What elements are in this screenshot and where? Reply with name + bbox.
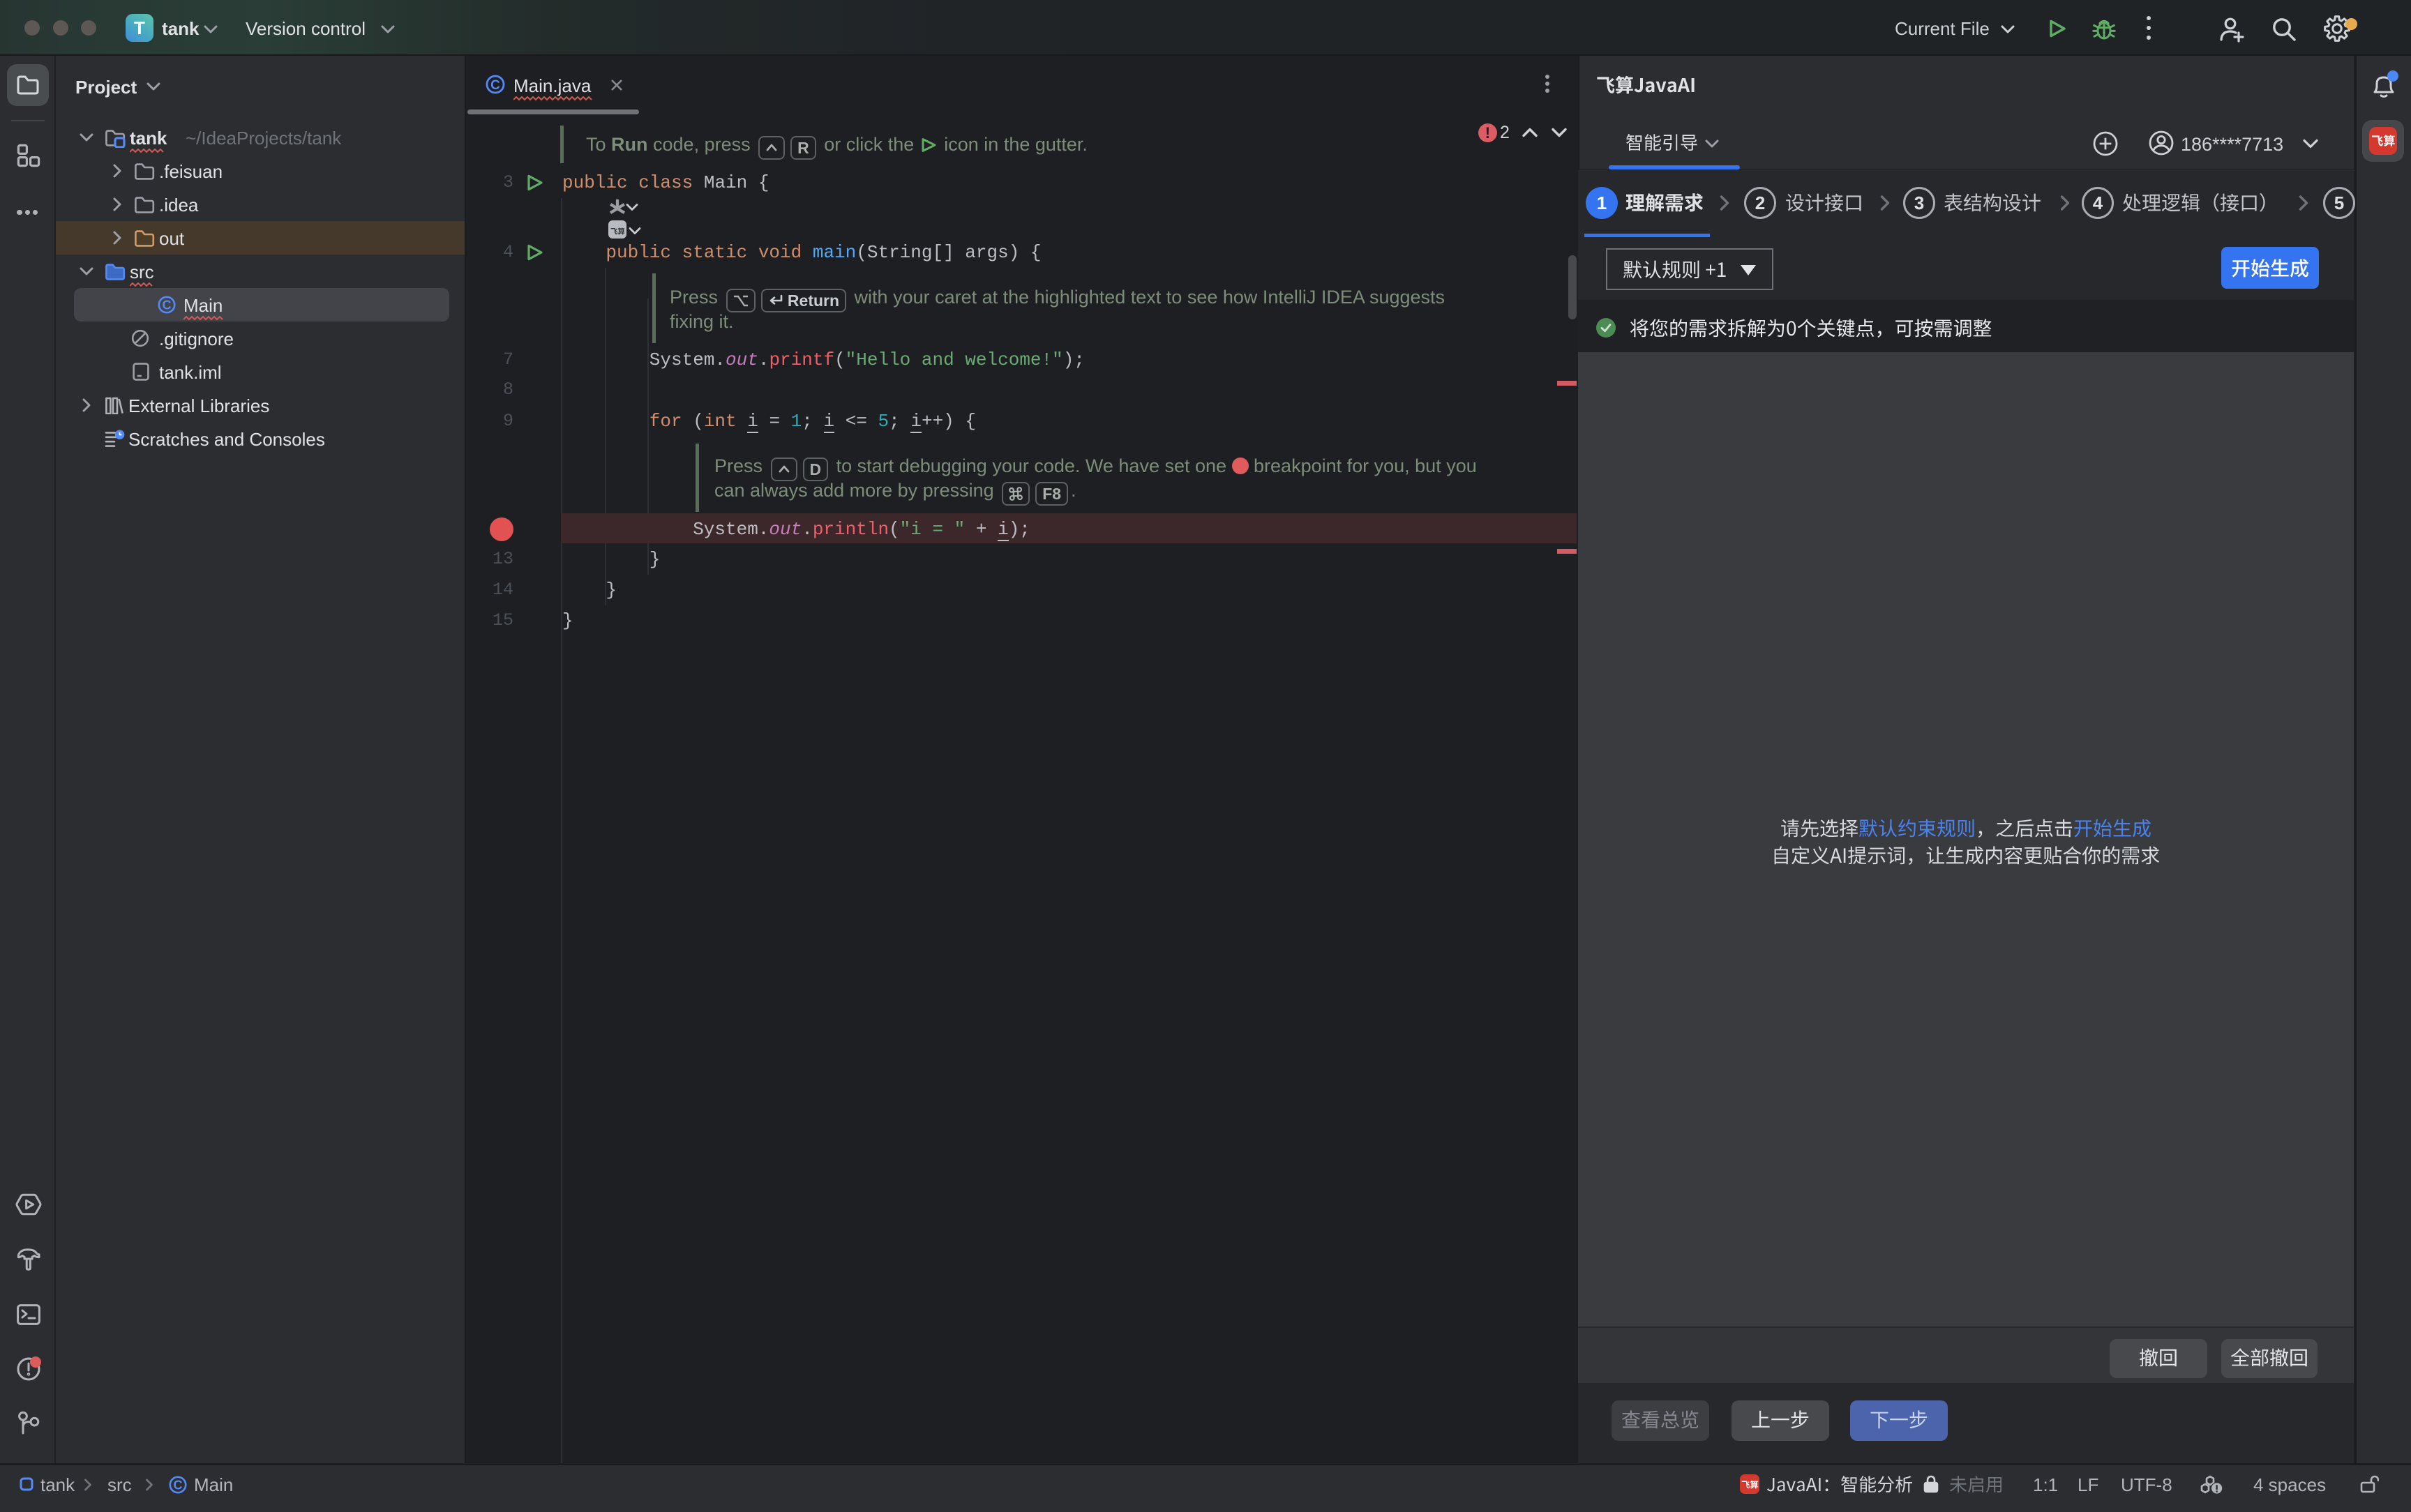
svg-text:C: C [174,1478,183,1492]
svg-text:C: C [163,298,172,312]
svg-text:C: C [490,78,500,93]
